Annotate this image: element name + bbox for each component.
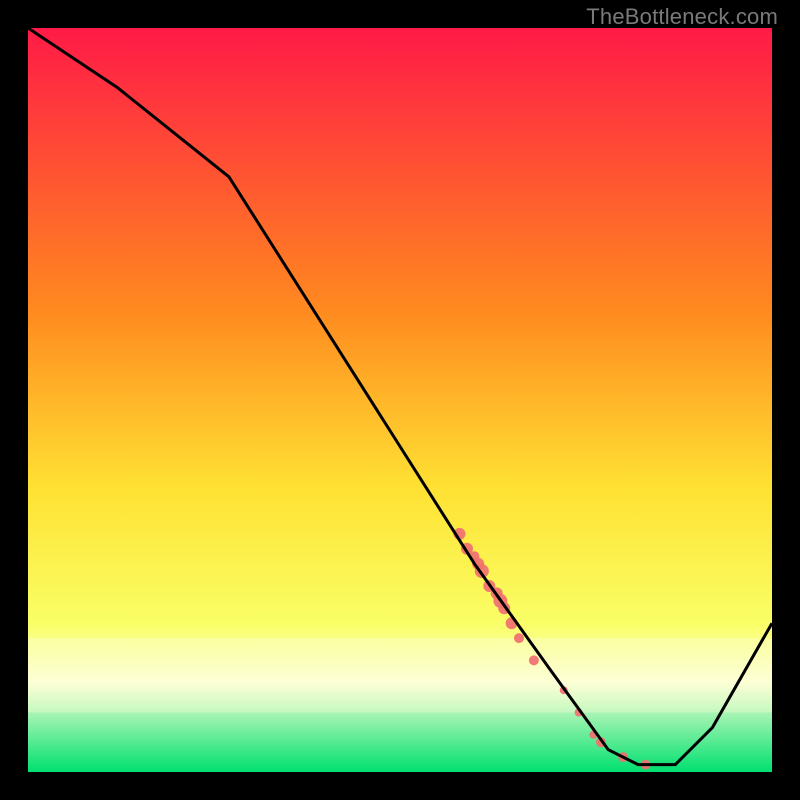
marker-point xyxy=(514,633,524,643)
pale-band xyxy=(28,638,772,712)
watermark-text: TheBottleneck.com xyxy=(586,4,778,30)
outer-frame: TheBottleneck.com xyxy=(0,0,800,800)
marker-point xyxy=(529,655,539,665)
chart-area xyxy=(28,28,772,772)
chart-svg xyxy=(28,28,772,772)
